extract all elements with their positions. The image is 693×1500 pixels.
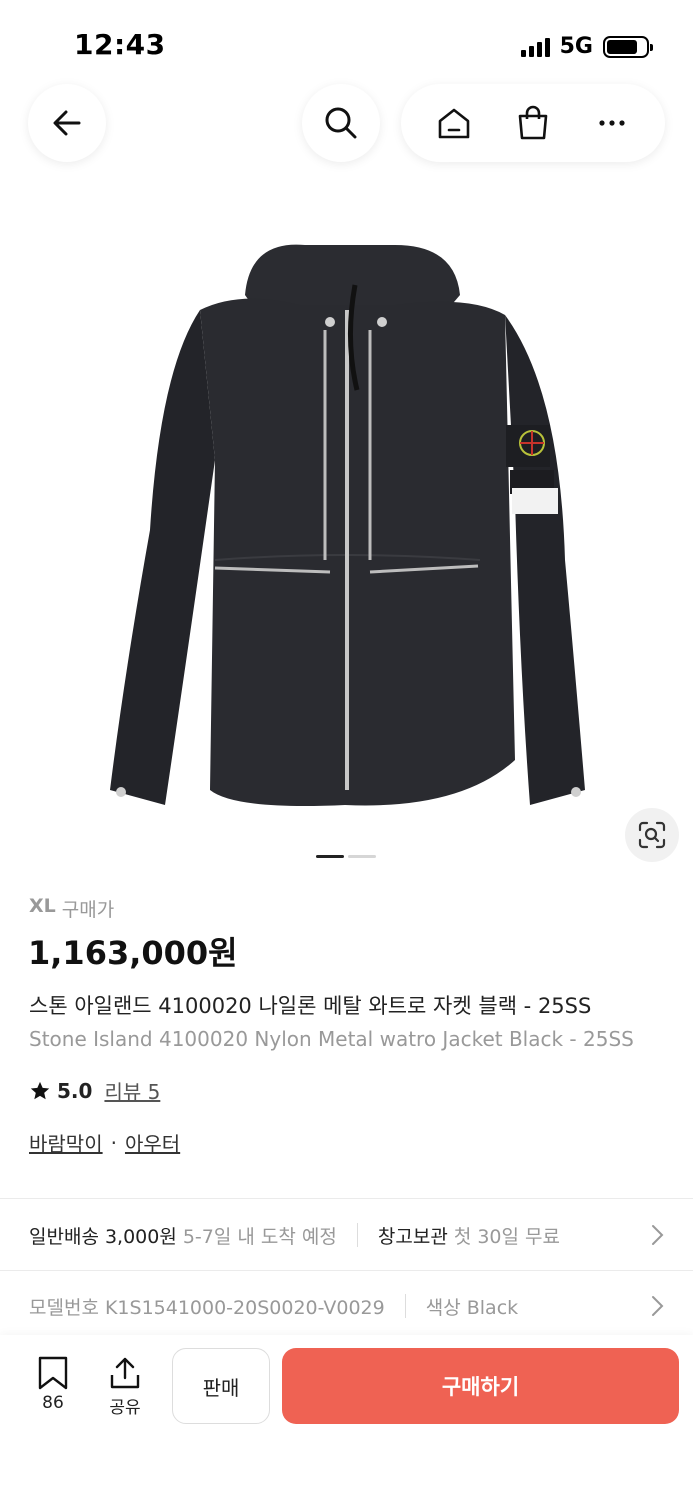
shipping-row[interactable]: 일반배송 3,000원 5-7일 내 도착 예정 창고보관 첫 30일 무료: [0, 1200, 693, 1270]
back-arrow-icon: [53, 110, 81, 136]
share-button[interactable]: 공유: [100, 1355, 150, 1418]
storage-label: 창고보관: [377, 1225, 448, 1248]
bottom-action-bar: 86 공유 판매 구매하기: [0, 1335, 693, 1500]
shopping-bag-icon: [518, 105, 548, 140]
share-label: 공유: [109, 1398, 141, 1418]
bookmark-button[interactable]: 86: [30, 1355, 76, 1413]
status-indicators: 5G: [520, 34, 653, 59]
lens-icon: [638, 821, 666, 849]
back-button[interactable]: [28, 84, 106, 162]
jacket-illustration: [110, 244, 585, 806]
model-number: 모델번호 K1S1541000-20S0020-V0029: [29, 1296, 385, 1319]
image-search-button[interactable]: [625, 808, 679, 862]
share-icon: [110, 1357, 140, 1389]
shipping-label: 일반배송 3,000원: [29, 1225, 177, 1248]
battery-icon: [603, 35, 653, 58]
home-icon: [439, 108, 470, 139]
status-time: 12:43: [74, 28, 166, 61]
star-icon: [30, 1081, 50, 1099]
search-icon: [325, 107, 357, 139]
more-button[interactable]: [584, 95, 640, 151]
storage-note: 첫 30일 무료: [453, 1225, 560, 1248]
price-label: 구매가: [61, 899, 115, 921]
cart-button[interactable]: [505, 95, 561, 151]
category-separator: ·: [110, 1130, 117, 1155]
signal-icon: [520, 37, 550, 57]
divider: [0, 1270, 693, 1271]
home-button[interactable]: [426, 95, 482, 151]
carousel-indicator: [316, 855, 376, 858]
size-price-label: XL 구매가: [29, 895, 114, 922]
carousel-dot-active: [316, 855, 344, 858]
rating: 5.0 리뷰 5: [29, 1076, 160, 1105]
price: 1,163,000원: [28, 934, 238, 972]
divider: [0, 1198, 693, 1199]
separator: [404, 1294, 406, 1318]
rating-score: 5.0: [57, 1078, 93, 1103]
category-breadcrumb: 바람막이 · 아우터: [29, 1128, 180, 1157]
product-name-en: Stone Island 4100020 Nylon Metal watro J…: [29, 1027, 634, 1051]
category-link-outer[interactable]: 아우터: [125, 1128, 180, 1157]
color-info: 색상 Black: [425, 1296, 519, 1319]
header-actions: [401, 84, 665, 162]
carousel-dot: [348, 855, 376, 858]
bookmark-count: 86: [42, 1393, 64, 1413]
status-bar: 12:43 5G: [0, 0, 693, 90]
size-label: XL: [29, 895, 56, 917]
model-row[interactable]: 모델번호 K1S1541000-20S0020-V0029 색상 Black: [0, 1272, 693, 1340]
separator: [356, 1223, 358, 1247]
search-button[interactable]: [302, 84, 380, 162]
more-icon: [599, 120, 625, 126]
buy-button[interactable]: 구매하기: [282, 1348, 679, 1424]
shipping-eta: 5-7일 내 도착 예정: [182, 1225, 337, 1248]
review-link[interactable]: 리뷰 5: [104, 1076, 160, 1105]
chevron-right-icon: [652, 1225, 664, 1245]
sell-button[interactable]: 판매: [172, 1348, 270, 1424]
network-label: 5G: [559, 34, 593, 59]
category-link-windbreaker[interactable]: 바람막이: [29, 1128, 103, 1157]
product-name-ko: 스톤 아일랜드 4100020 나일론 메탈 와트로 자켓 블랙 - 25SS: [29, 994, 592, 1018]
bookmark-icon: [38, 1356, 68, 1390]
chevron-right-icon: [652, 1296, 664, 1316]
product-image[interactable]: [0, 200, 693, 880]
